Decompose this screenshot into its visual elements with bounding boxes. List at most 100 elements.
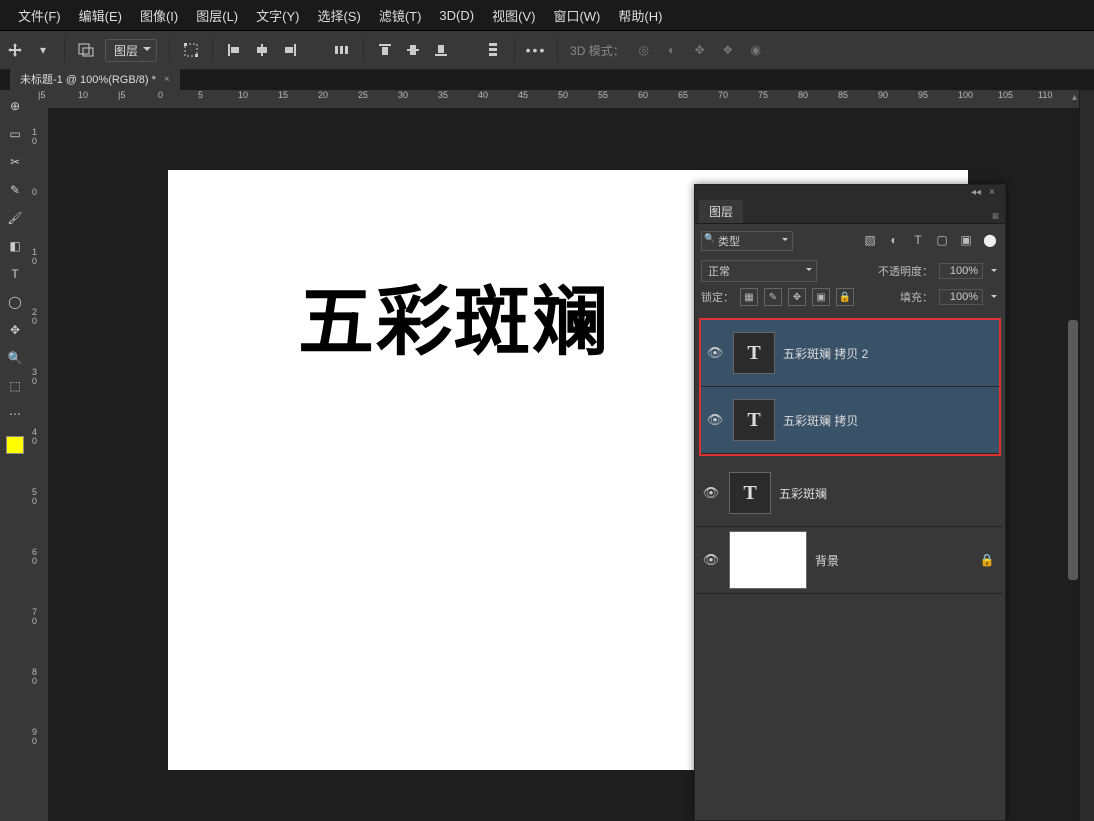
tool-generic-3[interactable]: ✂ bbox=[3, 150, 27, 174]
layer-name[interactable]: 五彩斑斓 拷贝 2 bbox=[783, 345, 999, 362]
close-tab-icon[interactable]: × bbox=[164, 74, 170, 85]
document-tab[interactable]: 未标题-1 @ 100%(RGB/8) * × bbox=[10, 68, 180, 90]
menu-3d[interactable]: 3D(D) bbox=[439, 8, 474, 23]
menu-type[interactable]: 文字(Y) bbox=[256, 6, 299, 25]
align-vcenter-icon[interactable] bbox=[404, 41, 422, 59]
lock-position-icon[interactable]: ✥ bbox=[788, 288, 806, 306]
panel-menu-icon[interactable]: ≡ bbox=[992, 209, 999, 223]
visibility-toggle-icon[interactable]: 👁 bbox=[697, 552, 725, 568]
filter-toggle-icon[interactable]: ⬤ bbox=[981, 233, 999, 249]
layer-row[interactable]: 👁 T 五彩斑斓 拷贝 bbox=[701, 387, 999, 454]
tool-generic-4[interactable]: ✎ bbox=[3, 178, 27, 202]
menu-image[interactable]: 图像(I) bbox=[140, 6, 178, 25]
tool-generic-6[interactable]: ◧ bbox=[3, 234, 27, 258]
fill-label: 填充： bbox=[900, 289, 933, 305]
panel-tab-layers[interactable]: 图层 bbox=[699, 200, 743, 223]
distribute-h-icon[interactable] bbox=[333, 41, 351, 59]
auto-select-dropdown[interactable]: 图层 bbox=[105, 39, 157, 62]
menu-layer[interactable]: 图层(L) bbox=[196, 6, 238, 25]
ruler-horizontal[interactable]: |510|50510152025303540455055606570758085… bbox=[30, 90, 1079, 109]
visibility-toggle-icon[interactable]: 👁 bbox=[701, 412, 729, 428]
lock-label: 锁定： bbox=[701, 289, 734, 305]
options-bar: ▾ 图层 ••• 3D 模式： ◎ ◐ ✥ ❖ ◉ bbox=[0, 31, 1094, 70]
menu-edit[interactable]: 编辑(E) bbox=[79, 6, 122, 25]
menu-file[interactable]: 文件(F) bbox=[18, 6, 61, 25]
opacity-input[interactable]: 100% bbox=[939, 263, 983, 279]
scrollbar-vertical[interactable] bbox=[1068, 320, 1078, 580]
selection-highlight: 👁 T 五彩斑斓 拷贝 2 👁 T 五彩斑斓 拷贝 bbox=[699, 318, 1001, 456]
layer-thumbnail[interactable]: T bbox=[733, 399, 775, 441]
layer-name[interactable]: 五彩斑斓 bbox=[779, 485, 1003, 502]
layer-name[interactable]: 五彩斑斓 拷贝 bbox=[783, 412, 999, 429]
more-icon[interactable]: ••• bbox=[527, 41, 545, 59]
tool-generic-8[interactable]: ◯ bbox=[3, 290, 27, 314]
layer-row[interactable]: 👁 T 五彩斑斓 拷贝 2 bbox=[701, 320, 999, 387]
3d-slide-icon[interactable]: ❖ bbox=[719, 41, 737, 59]
filter-type-dropdown[interactable]: 类型 bbox=[701, 231, 793, 251]
opacity-label: 不透明度： bbox=[878, 263, 933, 279]
layers-panel: ◂◂ × 图层 ≡ 类型 ▧ ◐ T ▢ ▣ ⬤ 正常 不透明度： 100% 锁… bbox=[694, 184, 1006, 821]
layers-list: 👁 T 五彩斑斓 拷贝 2 👁 T 五彩斑斓 拷贝 👁 T 五彩斑斓 👁 背景 … bbox=[695, 310, 1005, 596]
transform-controls-icon[interactable] bbox=[182, 41, 200, 59]
lock-row: 锁定： ▦ ✎ ✥ ▣ 🔒 填充： 100% bbox=[695, 284, 1005, 310]
align-top-icon[interactable] bbox=[376, 41, 394, 59]
right-panel-strip[interactable] bbox=[1079, 90, 1094, 821]
menu-view[interactable]: 视图(V) bbox=[492, 6, 535, 25]
visibility-toggle-icon[interactable]: 👁 bbox=[701, 345, 729, 361]
tool-generic-9[interactable]: ✥ bbox=[3, 318, 27, 342]
auto-select-icon[interactable] bbox=[77, 41, 95, 59]
3d-scale-icon[interactable]: ◉ bbox=[747, 41, 765, 59]
3d-roll-icon[interactable]: ◐ bbox=[663, 41, 681, 59]
menu-filter[interactable]: 滤镜(T) bbox=[379, 6, 422, 25]
menu-help[interactable]: 帮助(H) bbox=[618, 6, 662, 25]
tool-generic-2[interactable]: ▭ bbox=[3, 122, 27, 146]
tool-generic-10[interactable]: 🔍 bbox=[3, 346, 27, 370]
mode-3d-label: 3D 模式： bbox=[570, 42, 625, 59]
menu-select[interactable]: 选择(S) bbox=[317, 6, 360, 25]
filter-smart-icon[interactable]: ▣ bbox=[957, 233, 975, 249]
tool-generic-12[interactable]: ⋯ bbox=[3, 402, 27, 426]
toolbox: ⊕ ▭ ✂ ✎ 🖌 ◧ T ◯ ✥ 🔍 ⬚ ⋯ bbox=[0, 90, 30, 821]
tool-generic-7[interactable]: T bbox=[3, 262, 27, 286]
distribute-v-icon[interactable] bbox=[484, 41, 502, 59]
fill-dropdown-icon[interactable] bbox=[989, 290, 999, 304]
tool-generic-11[interactable]: ⬚ bbox=[3, 374, 27, 398]
foreground-color-swatch[interactable] bbox=[6, 436, 24, 454]
layer-thumbnail[interactable] bbox=[729, 531, 807, 589]
align-bottom-icon[interactable] bbox=[432, 41, 450, 59]
lock-all-icon[interactable]: 🔒 bbox=[836, 288, 854, 306]
chevron-down-icon[interactable]: ▾ bbox=[34, 41, 52, 59]
layer-row[interactable]: 👁 背景 🔒 bbox=[697, 527, 1003, 594]
filter-shape-icon[interactable]: ▢ bbox=[933, 233, 951, 249]
layer-thumbnail[interactable]: T bbox=[733, 332, 775, 374]
align-left-icon[interactable] bbox=[225, 41, 243, 59]
lock-brush-icon[interactable]: ✎ bbox=[764, 288, 782, 306]
filter-type-icon[interactable]: T bbox=[909, 233, 927, 249]
opacity-dropdown-icon[interactable] bbox=[989, 264, 999, 278]
menu-window[interactable]: 窗口(W) bbox=[553, 6, 600, 25]
canvas-text-layer[interactable]: 五彩斑斓 bbox=[298, 260, 610, 370]
layer-name[interactable]: 背景 bbox=[815, 552, 971, 569]
layer-row[interactable]: 👁 T 五彩斑斓 bbox=[697, 460, 1003, 527]
visibility-toggle-icon[interactable]: 👁 bbox=[697, 485, 725, 501]
panel-header[interactable]: ◂◂ × bbox=[695, 185, 1005, 201]
fill-input[interactable]: 100% bbox=[939, 289, 983, 305]
panel-collapse-icon[interactable]: ◂◂ bbox=[971, 188, 983, 198]
ruler-vertical[interactable]: 100102030405060708090 bbox=[30, 108, 49, 821]
tool-generic-5[interactable]: 🖌 bbox=[3, 206, 27, 230]
layer-thumbnail[interactable]: T bbox=[729, 472, 771, 514]
move-tool-icon[interactable] bbox=[6, 41, 24, 59]
filter-pixel-icon[interactable]: ▧ bbox=[861, 233, 879, 249]
lock-pixels-icon[interactable]: ▦ bbox=[740, 288, 758, 306]
blend-mode-dropdown[interactable]: 正常 bbox=[701, 260, 817, 282]
align-hcenter-icon[interactable] bbox=[253, 41, 271, 59]
3d-pan-icon[interactable]: ✥ bbox=[691, 41, 709, 59]
align-right-icon[interactable] bbox=[281, 41, 299, 59]
lock-artboard-icon[interactable]: ▣ bbox=[812, 288, 830, 306]
ruler-collapse-icon[interactable]: ▴ bbox=[1072, 92, 1077, 103]
filter-adjust-icon[interactable]: ◐ bbox=[885, 233, 903, 249]
3d-orbit-icon[interactable]: ◎ bbox=[635, 41, 653, 59]
panel-close-icon[interactable]: × bbox=[989, 188, 1001, 198]
layer-lock-icon[interactable]: 🔒 bbox=[971, 553, 1003, 567]
tool-generic-1[interactable]: ⊕ bbox=[3, 94, 27, 118]
